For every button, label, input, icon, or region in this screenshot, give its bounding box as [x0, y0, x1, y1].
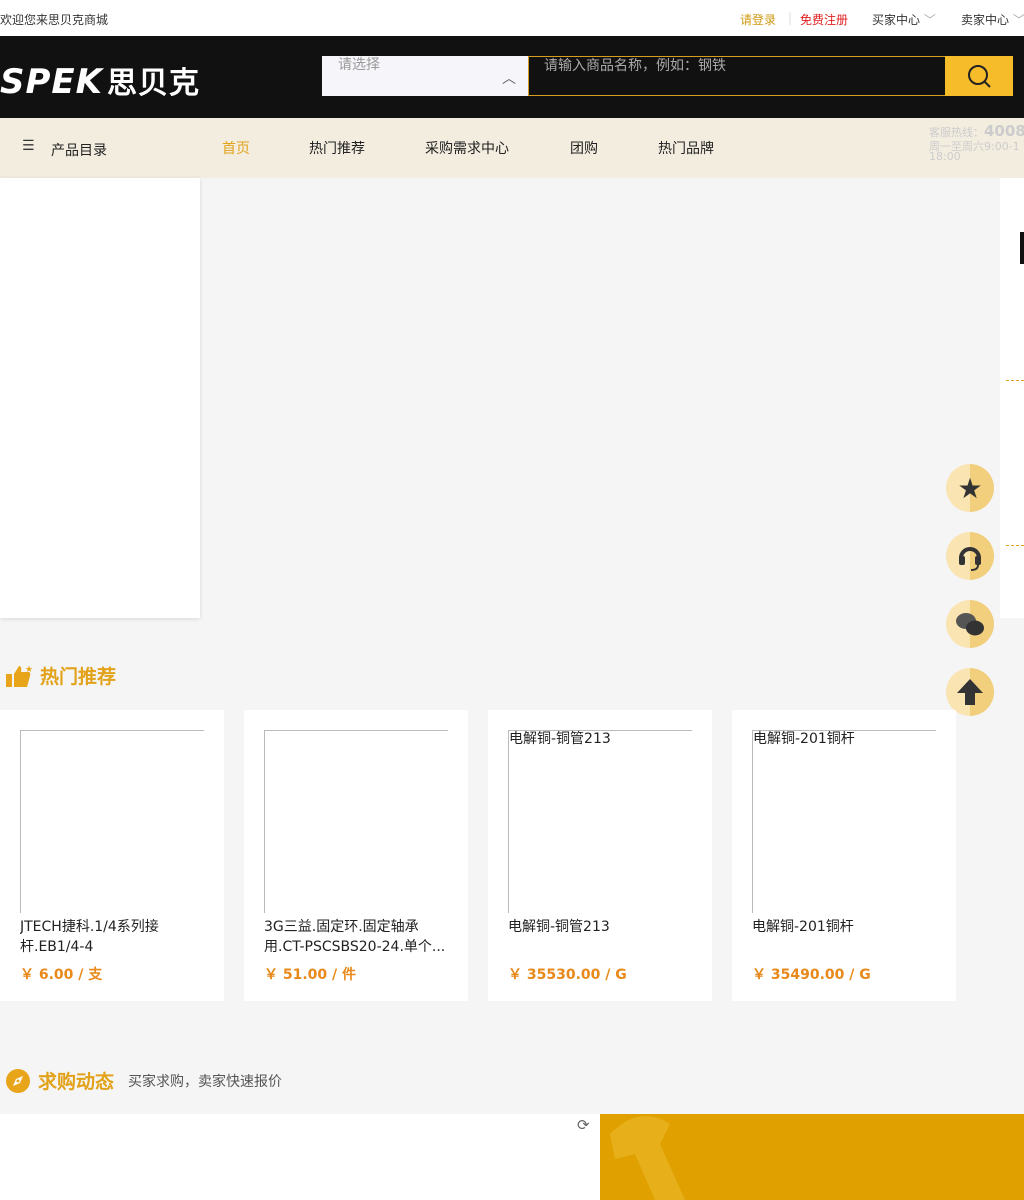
logo-text: SPEK	[0, 62, 103, 102]
demand-subtitle: 买家求购，卖家快速报价	[128, 1073, 283, 1090]
divider	[1006, 545, 1024, 546]
thumbs-up-icon: ★	[6, 665, 32, 687]
product-image[interactable]	[264, 730, 448, 913]
product-card[interactable]: 电解铜-201铜杆 电解铜-201铜杆 ￥ 35490.00 / G	[732, 710, 956, 1001]
chevron-down-icon: ﹀	[923, 13, 936, 27]
login-link[interactable]: 请登录	[740, 11, 776, 28]
hours-line2: 18:00	[929, 150, 961, 163]
product-name[interactable]: JTECH捷科.1/4系列接杆.EB1/4-4	[20, 917, 206, 957]
nav-demand-center[interactable]: 采购需求中心	[425, 138, 509, 158]
panel-avatar	[1020, 232, 1024, 264]
refresh-icon[interactable]: ⟳	[577, 1116, 590, 1134]
product-name[interactable]: 电解铜-铜管213	[508, 917, 694, 957]
search-icon	[968, 65, 991, 88]
customer-service-button[interactable]	[946, 532, 994, 580]
demand-list: ⟳	[0, 1114, 600, 1200]
hotline: 客服热线：4008	[929, 122, 1024, 140]
product-card[interactable]: 电解铜-铜管213 电解铜-铜管213 ￥ 35530.00 / G	[488, 710, 712, 1001]
product-price: ￥ 35490.00 / G	[752, 967, 871, 983]
seller-center-menu[interactable]: 卖家中心 ﹀	[961, 11, 1024, 28]
service-hours: 周一至周六9:00-1 18:00	[929, 141, 1020, 163]
nav-brands[interactable]: 热门品牌	[658, 138, 714, 158]
wechat-icon	[956, 613, 984, 636]
product-image[interactable]: 电解铜-201铜杆	[752, 730, 936, 913]
search-input[interactable]: 请输入商品名称，例如：钢铁	[528, 56, 946, 96]
headset-icon	[959, 547, 981, 571]
divider	[1006, 380, 1024, 381]
nav-hot[interactable]: 热门推荐	[309, 138, 365, 158]
nav-group-buy[interactable]: 团购	[570, 138, 598, 158]
seller-center-label: 卖家中心	[961, 13, 1010, 27]
compass-icon	[6, 1068, 30, 1093]
header: SPEK 思贝克 请选择 ︿ 请输入商品名称，例如：钢铁	[0, 36, 1024, 118]
hot-title: 热门推荐	[40, 666, 117, 688]
product-price: ￥ 35530.00 / G	[508, 967, 627, 983]
product-card[interactable]: JTECH捷科.1/4系列接杆.EB1/4-4 ￥ 6.00 / 支	[0, 710, 224, 1001]
search-button[interactable]	[945, 56, 1013, 96]
main-nav: ☰ 产品目录 首页 热门推荐 采购需求中心 团购 热门品牌 客服热线：4008 …	[0, 118, 1024, 178]
hotline-label: 客服热线：	[929, 126, 984, 139]
category-select[interactable]: 请选择 ︿	[322, 56, 528, 96]
list-icon: ☰	[22, 138, 35, 154]
demand-section-title: 求购动态 买家求购，卖家快速报价	[6, 1067, 282, 1094]
welcome-text: 欢迎您来思贝克商城	[0, 13, 109, 27]
buyer-center-label: 买家中心	[872, 13, 921, 27]
product-catalog[interactable]: 产品目录	[51, 140, 107, 160]
arrow-up-icon	[957, 679, 983, 705]
product-image[interactable]	[20, 730, 204, 913]
product-price: ￥ 6.00 / 支	[20, 967, 103, 983]
register-link[interactable]: 免费注册	[800, 11, 848, 28]
category-panel	[0, 178, 200, 618]
product-name[interactable]: 电解铜-201铜杆	[752, 917, 938, 957]
wechat-button[interactable]	[946, 600, 994, 648]
nav-home[interactable]: 首页	[222, 138, 250, 158]
hotline-number: 4008	[984, 122, 1024, 140]
chevron-down-icon: ﹀	[1012, 13, 1024, 27]
star-icon: ★	[957, 471, 983, 505]
product-name[interactable]: 3G三益.固定环.固定轴承用.CT-PSCSBS20-24.单个...	[264, 917, 450, 957]
demand-title: 求购动态	[38, 1071, 115, 1093]
product-price: ￥ 51.00 / 件	[264, 967, 357, 983]
top-bar: 欢迎您来思贝克商城 请登录 | 免费注册 买家中心 ﹀ 卖家中心 ﹀	[0, 0, 1024, 36]
product-image[interactable]: 电解铜-铜管213	[508, 730, 692, 913]
divider: |	[788, 11, 793, 25]
svg-text:★: ★	[25, 665, 32, 675]
search-placeholder: 请输入商品名称，例如：钢铁	[544, 58, 726, 74]
user-panel	[1000, 178, 1024, 618]
back-to-top-button[interactable]	[946, 668, 994, 716]
chevron-up-icon: ︿	[502, 71, 516, 87]
bolt-illustration-icon	[610, 1116, 685, 1200]
category-select-value: 请选择	[338, 57, 380, 73]
buyer-center-menu[interactable]: 买家中心 ﹀	[872, 11, 936, 28]
demand-banner	[600, 1114, 1024, 1200]
logo[interactable]: SPEK 思贝克	[0, 58, 200, 102]
hot-section-title: ★ 热门推荐	[6, 662, 116, 689]
favorite-button[interactable]: ★	[946, 464, 994, 512]
logo-cn: 思贝克	[106, 66, 200, 101]
product-card[interactable]: 3G三益.固定环.固定轴承用.CT-PSCSBS20-24.单个... ￥ 51.…	[244, 710, 468, 1001]
